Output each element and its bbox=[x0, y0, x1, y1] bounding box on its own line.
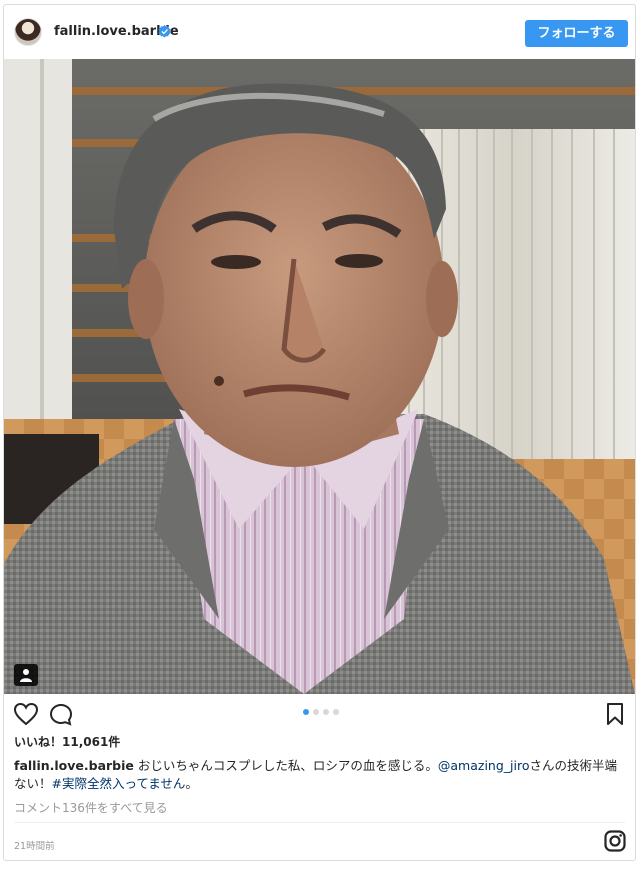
caption-text: おじいちゃんコスプレした私、ロシアの血を感じる。 bbox=[137, 758, 438, 773]
like-count[interactable]: いいね！11,061件 bbox=[14, 733, 120, 750]
bookmark-icon[interactable] bbox=[606, 703, 624, 725]
divider bbox=[14, 822, 625, 823]
hashtag-link[interactable]: #実際全然入ってません bbox=[52, 776, 186, 791]
carousel-dot[interactable] bbox=[303, 709, 309, 715]
instagram-logo-icon[interactable] bbox=[604, 830, 626, 852]
verified-icon bbox=[158, 25, 171, 38]
heart-icon[interactable] bbox=[14, 703, 38, 725]
post-header: fallin.love.barbie フォローする bbox=[4, 5, 635, 60]
avatar[interactable] bbox=[14, 18, 42, 46]
instagram-post-card: fallin.love.barbie フォローする いいね！11,061件 fa… bbox=[3, 4, 636, 861]
post-photo[interactable] bbox=[4, 59, 635, 694]
carousel-dot[interactable] bbox=[333, 709, 339, 715]
view-all-comments-link[interactable]: コメント136件をすべて見る bbox=[14, 799, 168, 816]
carousel-dot[interactable] bbox=[323, 709, 329, 715]
carousel-dot[interactable] bbox=[313, 709, 319, 715]
timestamp[interactable]: 21時間前 bbox=[14, 838, 55, 852]
mention-link[interactable]: @amazing_jiro bbox=[438, 758, 530, 773]
post-caption: fallin.love.barbie おじいちゃんコスプレした私、ロシアの血を感… bbox=[14, 757, 626, 793]
follow-button[interactable]: フォローする bbox=[525, 20, 628, 47]
carousel-indicator bbox=[303, 709, 339, 715]
photo-illustration bbox=[4, 59, 635, 694]
caption-text: 。 bbox=[185, 776, 198, 791]
user-tag-icon[interactable] bbox=[14, 664, 38, 686]
comment-icon[interactable] bbox=[49, 703, 73, 727]
post-actions bbox=[4, 694, 635, 734]
caption-username[interactable]: fallin.love.barbie bbox=[14, 758, 134, 773]
